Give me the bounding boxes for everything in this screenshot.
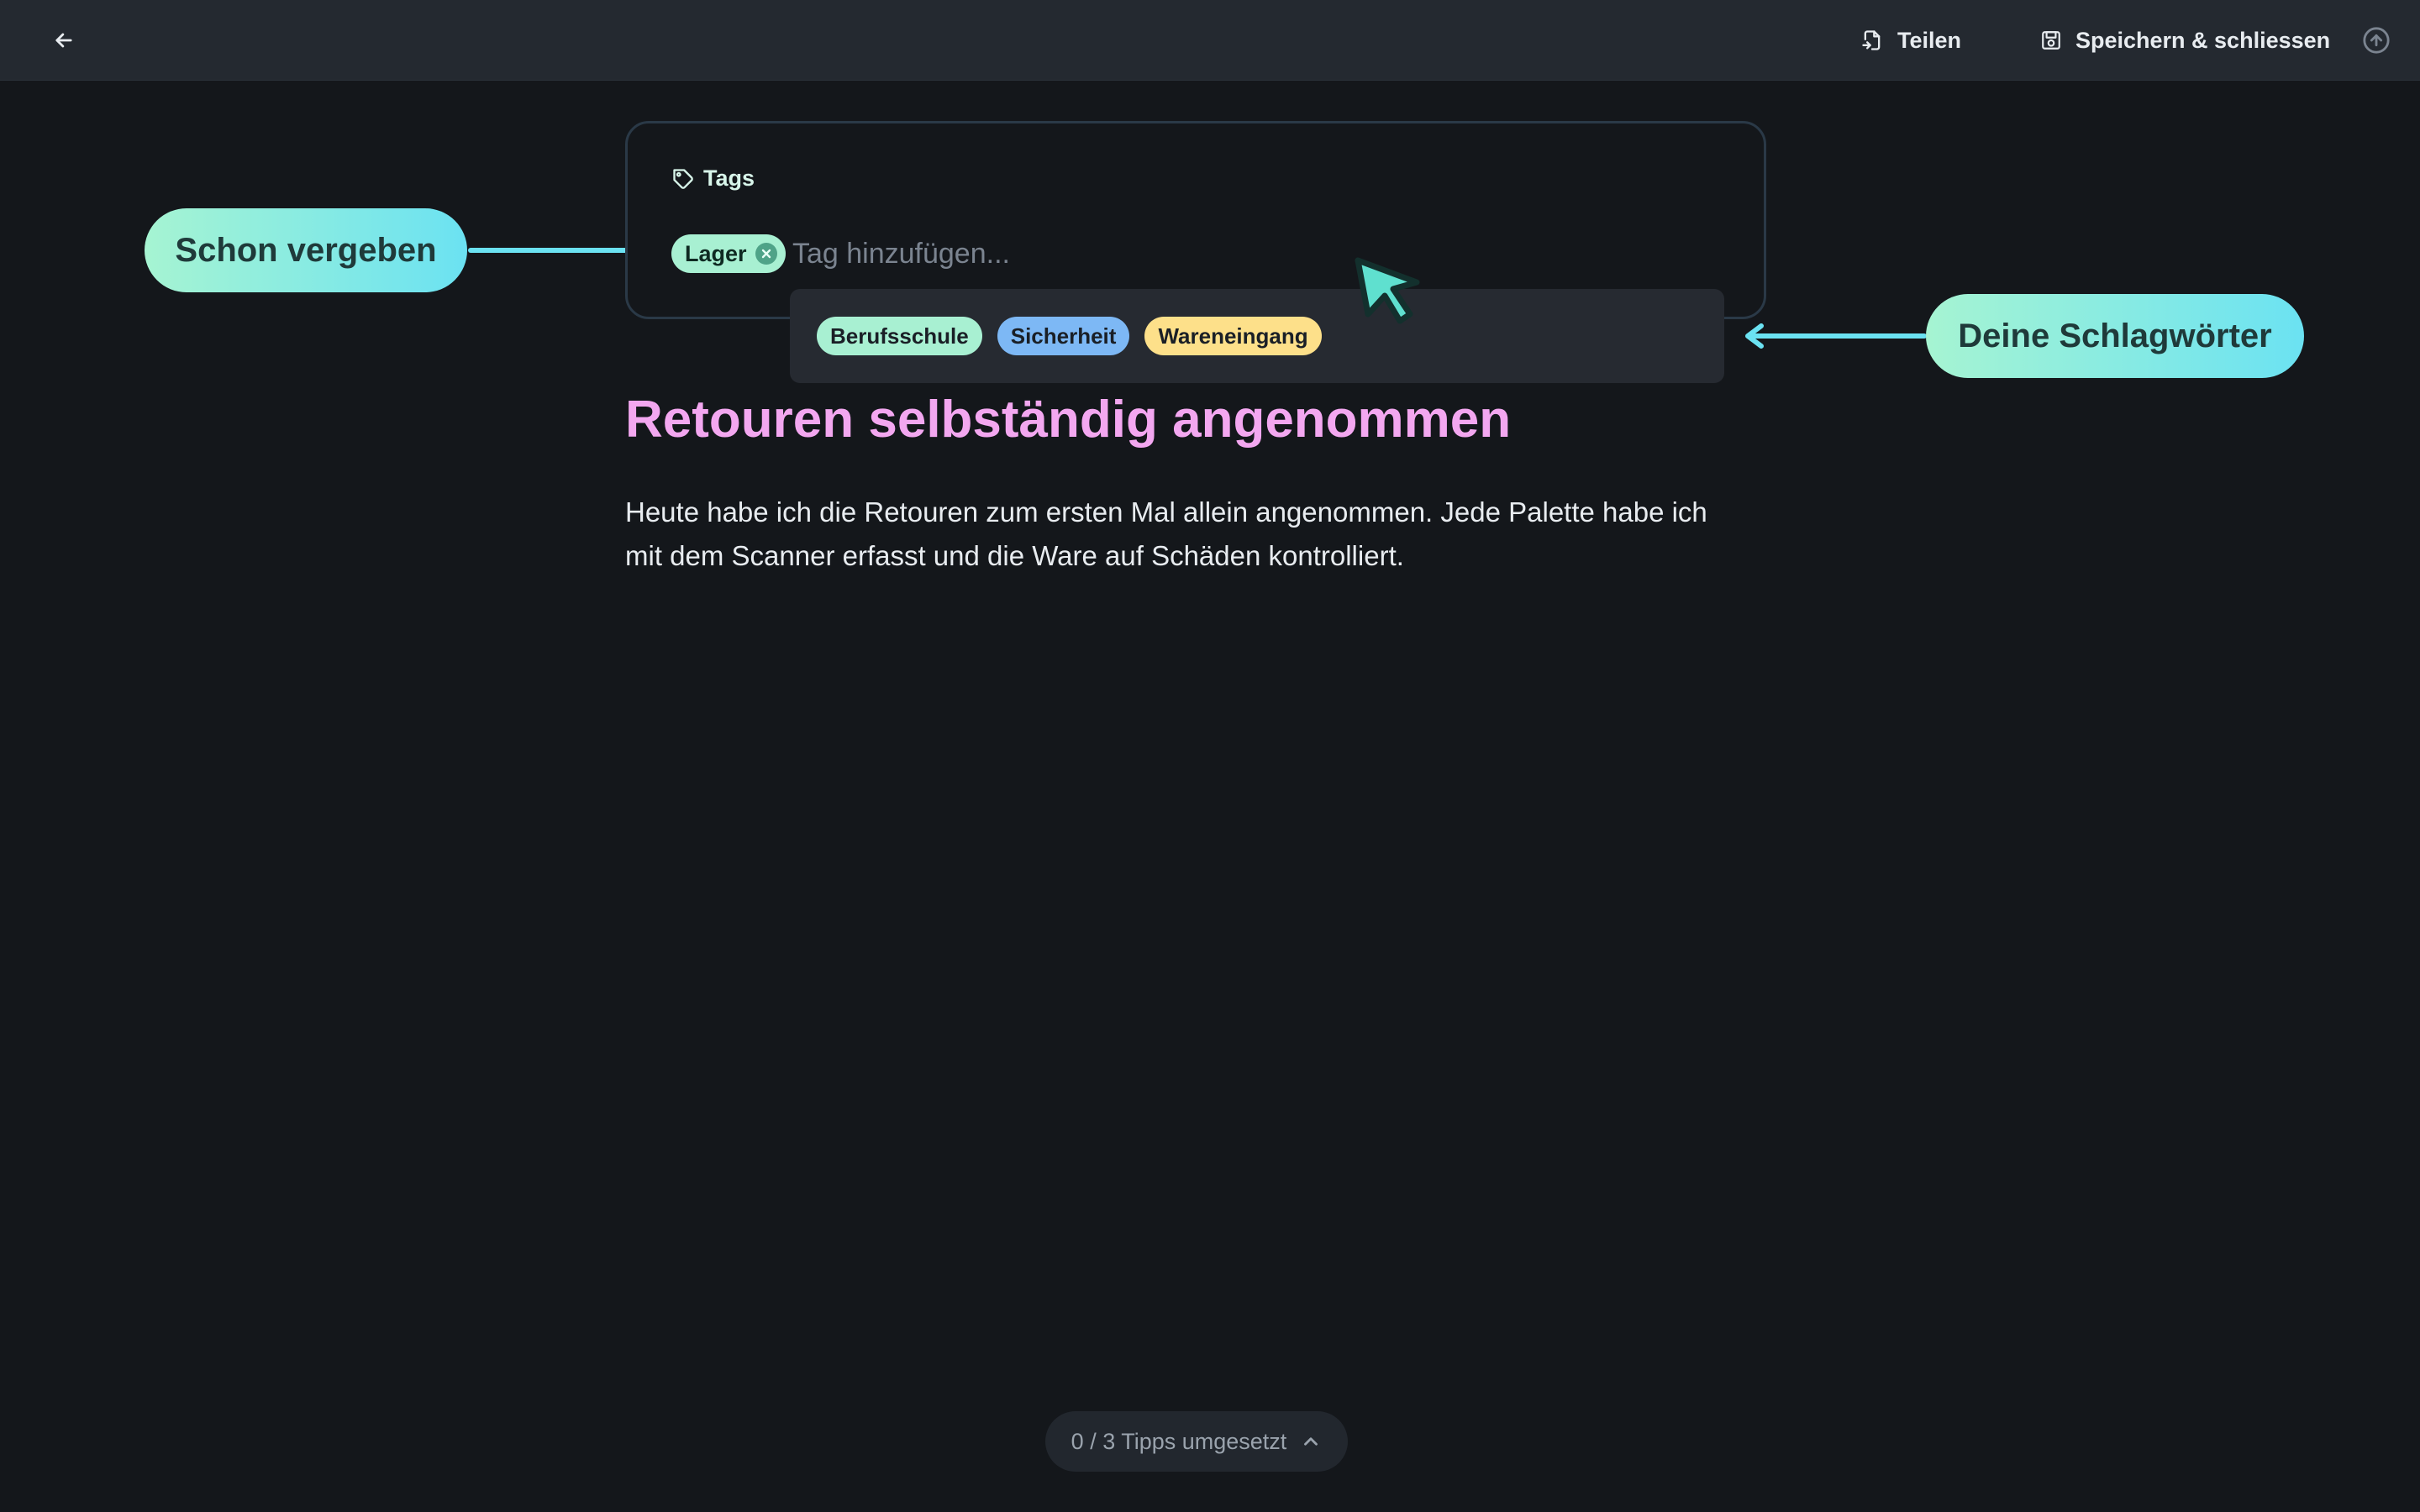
remove-tag-button[interactable] (755, 243, 777, 265)
callout-already-assigned: Schon vergeben (145, 208, 467, 292)
suggestion-label: Wareneingang (1158, 323, 1308, 349)
suggestion-berufsschule[interactable]: Berufsschule (817, 317, 982, 355)
assigned-tag-label: Lager (685, 240, 747, 266)
callout-right-label: Deine Schlagwörter (1958, 317, 2272, 354)
arrow-up-circle-icon (2363, 27, 2390, 54)
arrow-left-icon (55, 33, 72, 48)
top-bar: Teilen Speichern & schliessen (0, 0, 2420, 81)
share-file-icon (1862, 30, 1881, 50)
upload-button[interactable] (2361, 25, 2391, 55)
share-button[interactable]: Teilen (1860, 20, 1961, 60)
suggestion-wareneingang[interactable]: Wareneingang (1144, 317, 1322, 355)
tags-heading: Tags (671, 165, 755, 192)
tag-suggestions-dropdown: Berufsschule Sicherheit Wareneingang (790, 289, 1724, 383)
suggestion-label: Berufsschule (830, 323, 969, 349)
share-label: Teilen (1897, 27, 1962, 53)
tag-icon (673, 168, 693, 189)
save-and-close-button[interactable]: Speichern & schliessen (2040, 20, 2330, 60)
tags-label: Tags (703, 165, 755, 191)
callout-left-label: Schon vergeben (175, 231, 437, 269)
back-button[interactable] (47, 24, 81, 57)
save-label: Speichern & schliessen (2075, 27, 2331, 53)
callout-your-keywords: Deine Schlagwörter (1926, 294, 2304, 378)
save-disk-icon (2042, 31, 2060, 50)
arrow-left-icon (1745, 323, 1927, 349)
chevron-up-icon (1304, 1437, 1318, 1446)
suggestion-label: Sicherheit (1010, 323, 1117, 349)
tips-label: 0 / 3 Tipps umgesetzt (1071, 1428, 1287, 1454)
close-icon (761, 249, 771, 259)
tag-input[interactable] (792, 228, 1381, 280)
tips-progress-button[interactable]: 0 / 3 Tipps umgesetzt (1045, 1411, 1348, 1472)
entry-body: Heute habe ich die Retouren zum ersten M… (625, 496, 1707, 571)
mouse-pointer-icon (1355, 257, 1420, 324)
entry-title: Retouren selbständig angenommen (625, 391, 1512, 449)
assigned-tag-chip: Lager (671, 234, 786, 273)
suggestion-sicherheit[interactable]: Sicherheit (997, 317, 1130, 355)
